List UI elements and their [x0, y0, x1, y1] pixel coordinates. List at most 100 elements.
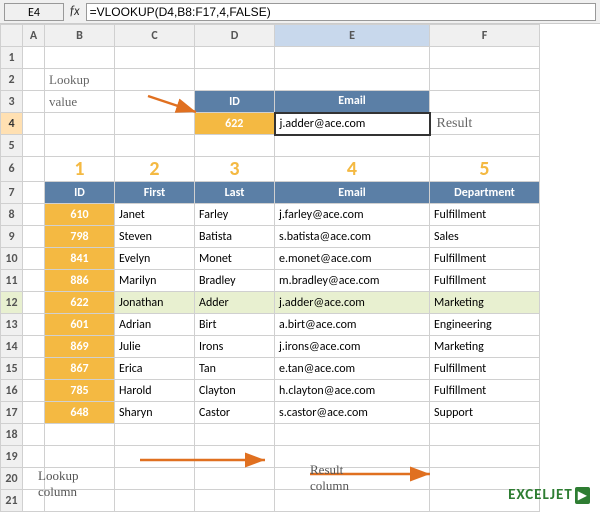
cell-a1[interactable] — [23, 47, 45, 69]
cell-d15-last[interactable]: Tan — [195, 358, 275, 380]
cell-a13[interactable] — [23, 314, 45, 336]
col-header-f[interactable]: F — [430, 25, 540, 47]
cell-a10[interactable] — [23, 248, 45, 270]
cell-c12-first[interactable]: Jonathan — [115, 292, 195, 314]
cell-e16-email[interactable]: h.clayton@ace.com — [275, 380, 430, 402]
cell-c14-first[interactable]: Julie — [115, 336, 195, 358]
cell-b16-id[interactable]: 785 — [45, 380, 115, 402]
cell-e8-email[interactable]: j.farley@ace.com — [275, 204, 430, 226]
cell-e5[interactable] — [275, 135, 430, 157]
cell-c15-first[interactable]: Erica — [115, 358, 195, 380]
cell-a16[interactable] — [23, 380, 45, 402]
cell-b9-id[interactable]: 798 — [45, 226, 115, 248]
cell-f11-dept[interactable]: Fulfillment — [430, 270, 540, 292]
cell-f15-dept[interactable]: Fulfillment — [430, 358, 540, 380]
cell-b14-id[interactable]: 869 — [45, 336, 115, 358]
cell-e1[interactable] — [275, 47, 430, 69]
cell-c3[interactable] — [115, 91, 195, 113]
cell-b15-id[interactable]: 867 — [45, 358, 115, 380]
cell-f2[interactable] — [430, 69, 540, 91]
cell-a9[interactable] — [23, 226, 45, 248]
cell-b12-id[interactable]: 622 — [45, 292, 115, 314]
cell-d3-id-header[interactable]: ID — [195, 91, 275, 113]
col-header-e[interactable]: E — [275, 25, 430, 47]
cell-b4[interactable] — [45, 113, 115, 135]
cell-e9-email[interactable]: s.batista@ace.com — [275, 226, 430, 248]
cell-a17[interactable] — [23, 402, 45, 424]
cell-f8-dept[interactable]: Fulfillment — [430, 204, 540, 226]
cell-d4-lookup-id[interactable]: 622 — [195, 113, 275, 135]
cell-f17-dept[interactable]: Support — [430, 402, 540, 424]
cell-e3-email-header[interactable]: Email — [275, 91, 430, 113]
cell-a4[interactable] — [23, 113, 45, 135]
cell-d2[interactable] — [195, 69, 275, 91]
cell-a2[interactable] — [23, 69, 45, 91]
cell-e10-email[interactable]: e.monet@ace.com — [275, 248, 430, 270]
cell-c17-first[interactable]: Sharyn — [115, 402, 195, 424]
cell-e14-email[interactable]: j.irons@ace.com — [275, 336, 430, 358]
cell-d1[interactable] — [195, 47, 275, 69]
formula-input[interactable] — [86, 3, 596, 21]
cell-b5[interactable] — [45, 135, 115, 157]
cell-f16-dept[interactable]: Fulfillment — [430, 380, 540, 402]
cell-a14[interactable] — [23, 336, 45, 358]
cell-d8-last[interactable]: Farley — [195, 204, 275, 226]
cell-f3[interactable] — [430, 91, 540, 113]
cell-b1[interactable] — [45, 47, 115, 69]
cell-c13-first[interactable]: Adrian — [115, 314, 195, 336]
cell-c4[interactable] — [115, 113, 195, 135]
cell-d16-last[interactable]: Clayton — [195, 380, 275, 402]
cell-a15[interactable] — [23, 358, 45, 380]
cell-f14-dept[interactable]: Marketing — [430, 336, 540, 358]
cell-b8-id[interactable]: 610 — [45, 204, 115, 226]
cell-c2[interactable] — [115, 69, 195, 91]
cell-c16-first[interactable]: Harold — [115, 380, 195, 402]
cell-d9-last[interactable]: Batista — [195, 226, 275, 248]
cell-e2[interactable] — [275, 69, 430, 91]
cell-b17-id[interactable]: 648 — [45, 402, 115, 424]
cell-a8[interactable] — [23, 204, 45, 226]
table-row-12: 12622JonathanAdderj.adder@ace.comMarketi… — [1, 292, 540, 314]
cell-e15-email[interactable]: e.tan@ace.com — [275, 358, 430, 380]
cell-a12[interactable] — [23, 292, 45, 314]
cell-f12-dept[interactable]: Marketing — [430, 292, 540, 314]
cell-d13-last[interactable]: Birt — [195, 314, 275, 336]
cell-c9-first[interactable]: Steven — [115, 226, 195, 248]
cell-a11[interactable] — [23, 270, 45, 292]
cell-e12-email[interactable]: j.adder@ace.com — [275, 292, 430, 314]
cell-f5[interactable] — [430, 135, 540, 157]
cell-b11-id[interactable]: 886 — [45, 270, 115, 292]
cell-b13-id[interactable]: 601 — [45, 314, 115, 336]
cell-f10-dept[interactable]: Fulfillment — [430, 248, 540, 270]
cell-b3[interactable]: value — [45, 91, 115, 113]
cell-d17-last[interactable]: Castor — [195, 402, 275, 424]
cell-e4-result-email[interactable]: j.adder@ace.com — [275, 113, 430, 135]
cell-f9-dept[interactable]: Sales — [430, 226, 540, 248]
col-header-d[interactable]: D — [195, 25, 275, 47]
cell-e11-email[interactable]: m.bradley@ace.com — [275, 270, 430, 292]
cell-c1[interactable] — [115, 47, 195, 69]
cell-a3[interactable] — [23, 91, 45, 113]
cell-d5[interactable] — [195, 135, 275, 157]
cell-d10-last[interactable]: Monet — [195, 248, 275, 270]
cell-a5[interactable] — [23, 135, 45, 157]
col-header-b[interactable]: B — [45, 25, 115, 47]
cell-d11-last[interactable]: Bradley — [195, 270, 275, 292]
cell-b10-id[interactable]: 841 — [45, 248, 115, 270]
cell-a7[interactable] — [23, 182, 45, 204]
cell-d12-last[interactable]: Adder — [195, 292, 275, 314]
cell-b2[interactable]: Lookup — [45, 69, 115, 91]
name-box[interactable]: E4 — [4, 3, 64, 21]
cell-a6[interactable] — [23, 157, 45, 182]
cell-c8-first[interactable]: Janet — [115, 204, 195, 226]
cell-c11-first[interactable]: Marilyn — [115, 270, 195, 292]
col-header-a[interactable]: A — [23, 25, 45, 47]
col-header-c[interactable]: C — [115, 25, 195, 47]
cell-f1[interactable] — [430, 47, 540, 69]
cell-e13-email[interactable]: a.birt@ace.com — [275, 314, 430, 336]
cell-d14-last[interactable]: Irons — [195, 336, 275, 358]
cell-e17-email[interactable]: s.castor@ace.com — [275, 402, 430, 424]
cell-c10-first[interactable]: Evelyn — [115, 248, 195, 270]
cell-f13-dept[interactable]: Engineering — [430, 314, 540, 336]
cell-c5[interactable] — [115, 135, 195, 157]
